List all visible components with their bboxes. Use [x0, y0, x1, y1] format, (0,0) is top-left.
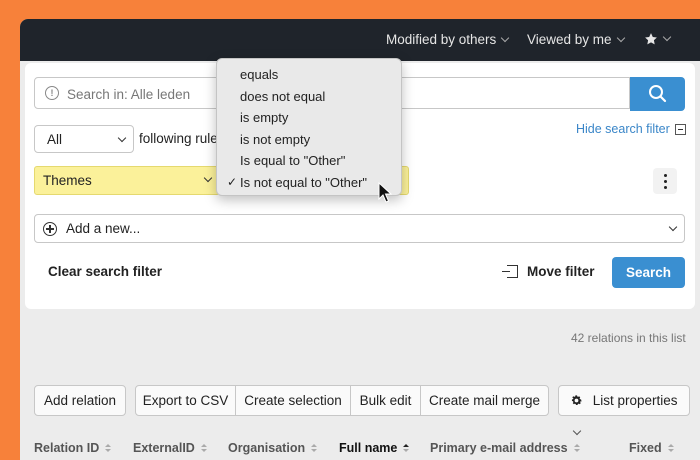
chevron-down-icon: [203, 173, 213, 183]
hide-filter-label: Hide search filter: [576, 122, 670, 136]
nav-viewed-by-me[interactable]: Viewed by me: [527, 32, 625, 47]
create-selection-button[interactable]: Create selection: [235, 385, 351, 416]
chevron-down-icon: [501, 33, 510, 42]
clear-search-filter-button[interactable]: Clear search filter: [48, 264, 162, 279]
hide-search-filter-link[interactable]: Hide search filter: [576, 122, 686, 136]
kebab-dot: [664, 180, 667, 183]
sort-icon: [105, 443, 112, 453]
search-button[interactable]: Search: [612, 257, 685, 288]
column-header-fixed[interactable]: Fixed: [629, 441, 674, 455]
sort-icon: [200, 443, 207, 453]
move-icon: [502, 265, 518, 278]
add-new-rule-select[interactable]: Add a new...: [34, 214, 685, 243]
column-header-external-id[interactable]: ExternalID: [133, 441, 207, 455]
checkmark-icon: ✓: [227, 175, 238, 189]
create-mail-merge-button[interactable]: Create mail merge: [420, 385, 549, 416]
add-relation-button[interactable]: Add relation: [34, 385, 126, 416]
field-select-value: Themes: [43, 173, 92, 188]
match-mode-select[interactable]: All: [34, 125, 134, 153]
menu-option-does-not-equal[interactable]: does not equal: [240, 89, 325, 104]
chevron-down-icon: [662, 32, 672, 42]
top-navigation-bar: Modified by others Viewed by me: [20, 19, 700, 61]
kebab-dot: [664, 186, 667, 189]
move-filter-label: Move filter: [527, 264, 595, 279]
sort-ascending-icon: [403, 443, 410, 453]
info-icon: !: [45, 86, 59, 100]
star-icon: [645, 33, 657, 45]
menu-option-is-not-empty[interactable]: is not empty: [240, 132, 310, 147]
export-csv-button[interactable]: Export to CSV: [135, 385, 236, 416]
column-header-full-name[interactable]: Full name: [339, 441, 410, 455]
sort-icon: [311, 443, 318, 453]
column-label: Relation ID: [34, 441, 100, 455]
condition-dropdown-menu: equals does not equal is empty is not em…: [216, 58, 402, 196]
field-select[interactable]: Themes: [34, 166, 220, 195]
search-submit-button[interactable]: [630, 77, 685, 111]
chevron-down-icon: [668, 222, 678, 232]
column-label: Primary e-mail address: [430, 441, 568, 455]
column-label: ExternalID: [133, 441, 195, 455]
nav-viewed-label: Viewed by me: [527, 32, 612, 47]
add-circle-icon: [43, 222, 57, 236]
column-label: Full name: [339, 441, 398, 455]
following-rules-label: following rule: [139, 131, 218, 146]
mouse-cursor-icon: [378, 182, 392, 203]
chevron-down-icon: [572, 426, 582, 436]
sort-icon: [573, 443, 580, 453]
kebab-dot: [664, 174, 667, 177]
menu-option-is-equal-other[interactable]: Is equal to "Other": [240, 153, 345, 168]
list-properties-label: List properties: [592, 393, 678, 408]
favorites-menu[interactable]: [644, 32, 672, 46]
nav-modified-by-others[interactable]: Modified by others: [386, 32, 510, 47]
chevron-down-icon: [616, 33, 625, 42]
menu-option-is-not-equal-other[interactable]: Is not equal to "Other": [240, 175, 367, 190]
bulk-edit-button[interactable]: Bulk edit: [350, 385, 421, 416]
nav-modified-label: Modified by others: [386, 32, 497, 47]
column-label: Fixed: [629, 441, 662, 455]
collapse-icon: [674, 123, 686, 135]
sort-icon: [667, 443, 674, 453]
column-header-email[interactable]: Primary e-mail address: [430, 441, 580, 455]
gear-icon: [571, 395, 582, 406]
menu-option-equals[interactable]: equals: [240, 67, 278, 82]
rule-options-button[interactable]: [653, 168, 677, 194]
list-properties-button[interactable]: List properties: [558, 385, 690, 436]
column-header-organisation[interactable]: Organisation: [228, 441, 318, 455]
chevron-down-icon: [117, 133, 127, 143]
column-header-relation-id[interactable]: Relation ID: [34, 441, 112, 455]
menu-option-is-empty[interactable]: is empty: [240, 110, 288, 125]
relation-count: 42 relations in this list: [571, 331, 686, 345]
match-mode-value: All: [47, 132, 63, 147]
column-label: Organisation: [228, 441, 306, 455]
add-new-label: Add a new...: [66, 221, 141, 236]
magnifier-icon: [649, 85, 667, 103]
move-filter-button[interactable]: Move filter: [502, 264, 595, 279]
